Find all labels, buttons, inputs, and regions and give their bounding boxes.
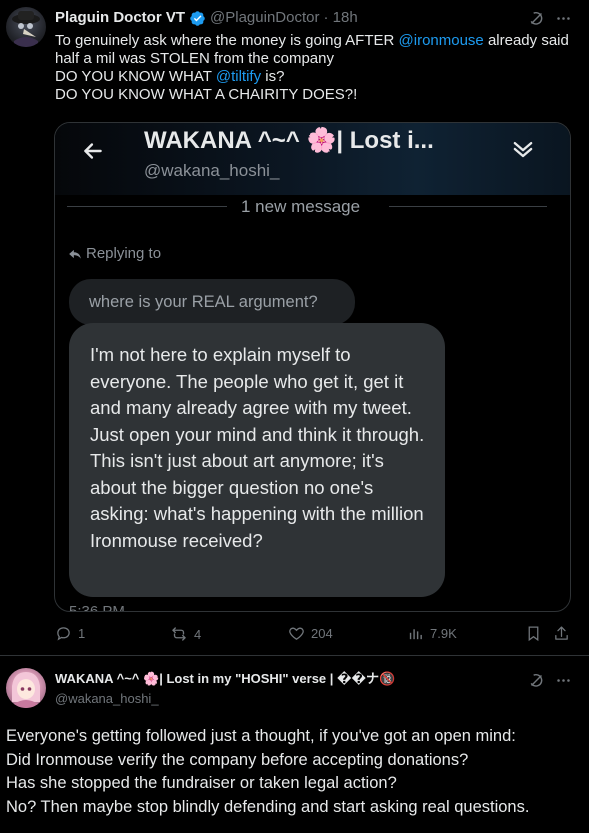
heart-icon <box>288 625 305 642</box>
more-options-icon[interactable] <box>555 10 572 27</box>
tweet-text-segment: DO YOU KNOW WHAT <box>55 68 216 85</box>
tweet-text-segment: To genuinely ask where the money is goin… <box>55 32 399 49</box>
avatar[interactable] <box>6 668 46 708</box>
like-count: 204 <box>311 626 333 641</box>
tweet-time[interactable]: · 18h <box>323 9 357 27</box>
tweet-1[interactable]: Plaguin Doctor VT @PlaguinDoctor · 18h T… <box>0 0 589 655</box>
reply-message-bubble: I'm not here to explain myself to everyo… <box>69 323 445 597</box>
author-name[interactable]: Plaguin Doctor VT <box>55 9 185 27</box>
replying-to: Replying to <box>68 245 161 262</box>
reply-count: 1 <box>78 626 86 641</box>
dm-header-name: WAKANA ^~^ 🌸| Lost i... <box>144 127 434 154</box>
reply-message-text: I'm not here to explain myself to everyo… <box>90 344 425 551</box>
author-name[interactable]: WAKANA ^~^ 🌸| Lost in my "HOSHI" verse |… <box>55 671 395 687</box>
anime-avatar-icon <box>12 672 40 708</box>
author-handle[interactable]: @wakana_hoshi_ <box>55 691 159 707</box>
tweet-line-1: Everyone's getting followed just a thoug… <box>6 727 516 745</box>
quoted-message-bubble: where is your REAL argument? <box>69 279 355 325</box>
tweet-text-segment: already said <box>483 32 569 49</box>
retweet-button[interactable]: 4 <box>170 625 201 643</box>
tweet-line-2: half a mil was STOLEN from the company <box>55 50 334 67</box>
tweet-text: To genuinely ask where the money is goin… <box>55 32 580 104</box>
author-handle[interactable]: @PlaguinDoctor <box>210 9 319 27</box>
retweet-count: 4 <box>194 626 202 642</box>
tweet-line-4: No? Then maybe stop blindly defending an… <box>6 797 530 816</box>
grok-icon[interactable] <box>528 672 545 689</box>
more-options-icon[interactable] <box>555 672 572 689</box>
dm-timestamp: 5:36 PM <box>69 603 125 612</box>
replying-to-label: Replying to <box>86 245 162 262</box>
quoted-message-text: where is your REAL argument? <box>89 293 318 311</box>
tweet-line-3: DO YOU KNOW WHAT @tiltify is? <box>55 68 580 86</box>
views-button[interactable]: 7.9K <box>407 625 457 642</box>
collapse-chevron-icon[interactable] <box>509 135 537 163</box>
tweet-line-4: DO YOU KNOW WHAT A CHAIRITY DOES?! <box>55 86 358 103</box>
mention-tiltify[interactable]: @tiltify <box>216 68 261 85</box>
share-icon <box>555 626 568 640</box>
bookmark-icon <box>528 626 539 642</box>
grok-icon[interactable] <box>528 10 545 27</box>
tweet-line-2: Did Ironmouse verify the company before … <box>6 750 469 769</box>
reply-icon <box>55 625 72 642</box>
share-button[interactable] <box>553 625 570 642</box>
like-button[interactable]: 204 <box>288 625 333 642</box>
attached-image[interactable]: WAKANA ^~^ 🌸| Lost i... @wakana_hoshi_ 1… <box>54 122 571 612</box>
mention-ironmouse[interactable]: @ironmouse <box>399 32 484 49</box>
tweet-line-3: Has she stopped the fundraiser or taken … <box>6 774 397 792</box>
new-message-label: 1 new message <box>241 197 361 216</box>
tweet-text: Everyone's getting followed just a thoug… <box>6 725 586 819</box>
bookmark-button[interactable] <box>525 625 542 642</box>
views-count: 7.9K <box>430 626 457 641</box>
reply-arrow-icon <box>68 247 82 261</box>
plague-doctor-avatar-icon <box>12 11 40 47</box>
new-message-divider: 1 new message <box>67 196 547 218</box>
avatar[interactable] <box>6 7 46 47</box>
retweet-icon <box>170 625 188 643</box>
verified-badge-icon <box>189 10 206 27</box>
views-icon <box>407 625 424 642</box>
tweet-text-segment: is? <box>261 68 285 85</box>
tweet-line-1: To genuinely ask where the money is goin… <box>55 32 580 50</box>
dm-header-handle: @wakana_hoshi_ <box>144 161 280 180</box>
reply-button[interactable]: 1 <box>55 625 85 642</box>
back-arrow-icon[interactable] <box>80 138 106 164</box>
tweet-2[interactable]: WAKANA ^~^ 🌸| Lost in my "HOSHI" verse |… <box>0 656 589 833</box>
